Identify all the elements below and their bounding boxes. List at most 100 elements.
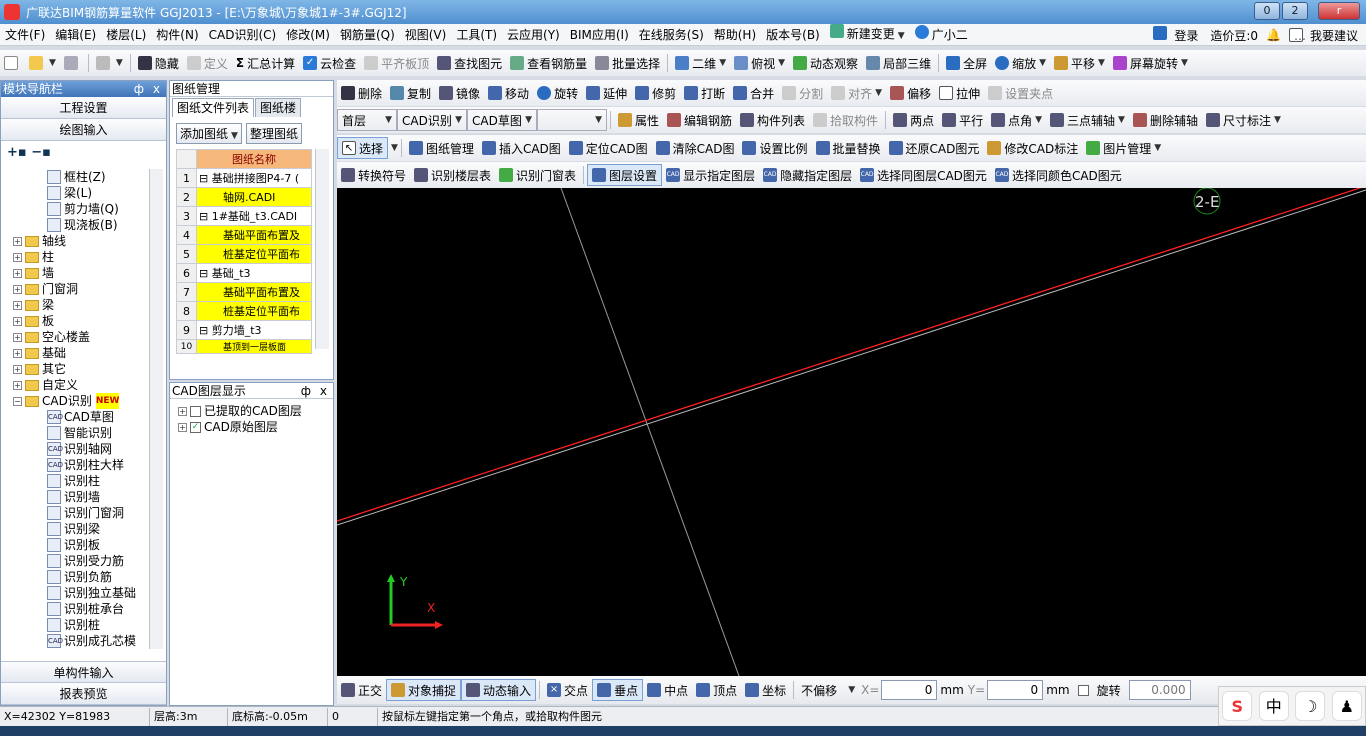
convert-symbol-button[interactable]: 转换符号: [337, 164, 410, 186]
locate-cad-button[interactable]: 定位CAD图: [565, 137, 652, 159]
tree-folder-openings[interactable]: + 门窗洞: [1, 281, 151, 297]
tree-item-beam[interactable]: 梁(L): [1, 185, 151, 201]
recognize-floor-table-button[interactable]: 识别楼层表: [410, 164, 495, 186]
dimension-button[interactable]: 尺寸标注 ▼: [1202, 109, 1285, 131]
top-view-button[interactable]: 俯视 ▼: [730, 52, 789, 74]
menu-bim[interactable]: BIM应用(I): [565, 24, 634, 46]
drawing-table-scrollbar[interactable]: [315, 149, 329, 349]
tree-folder-custom[interactable]: + 自定义: [1, 377, 151, 393]
minimize-button[interactable]: 0: [1254, 2, 1280, 20]
expand-icon[interactable]: +: [13, 332, 22, 342]
find-element-button[interactable]: 查找图元: [433, 52, 506, 74]
table-row[interactable]: 4 基础平面布置及: [176, 225, 312, 245]
fullscreen-button[interactable]: 全屏: [942, 52, 991, 74]
menu-assistant[interactable]: 广小二: [910, 24, 973, 46]
y-offset-input[interactable]: 0: [987, 680, 1044, 700]
menu-file[interactable]: 文件(F): [0, 24, 50, 46]
expand-all-icon[interactable]: +▪: [7, 145, 27, 160]
intersection-snap-button[interactable]: × 交点: [543, 679, 592, 701]
collapse-icon[interactable]: ⊟: [199, 267, 212, 280]
tree-folder-cad[interactable]: − CAD识别 NEW: [1, 393, 151, 409]
table-row[interactable]: 6 ⊟ 基础_t3: [176, 263, 312, 283]
clear-cad-button[interactable]: 清除CAD图: [652, 137, 739, 159]
tree-folder-axis[interactable]: + 轴线: [1, 233, 151, 249]
table-row[interactable]: 2 轴网.CADI: [176, 187, 312, 207]
copy-button[interactable]: 复制: [386, 82, 435, 104]
pin-icon[interactable]: ф: [301, 383, 311, 399]
close-button[interactable]: r: [1318, 2, 1360, 20]
save-button[interactable]: [60, 52, 85, 74]
select-button[interactable]: ↖ 选择: [337, 137, 389, 159]
close-icon[interactable]: x: [153, 81, 160, 97]
stretch-button[interactable]: 拉伸: [935, 82, 984, 104]
menu-new-change[interactable]: 新建变更 ▼: [825, 23, 910, 47]
menu-cloud[interactable]: 云应用(Y): [502, 24, 565, 46]
break-button[interactable]: 打断: [680, 82, 729, 104]
tree-item-recognize-wall[interactable]: 识别墙: [1, 489, 151, 505]
table-row[interactable]: 3 ⊟ 1#基础_t3.CADI: [176, 206, 312, 226]
tree-folder-slab[interactable]: + 板: [1, 313, 151, 329]
cad-draft-select[interactable]: CAD草图 ▼: [467, 109, 537, 131]
tree-item-recognize-openings[interactable]: 识别门窗洞: [1, 505, 151, 521]
tree-folder-other[interactable]: + 其它: [1, 361, 151, 377]
report-preview-button[interactable]: 报表预览: [1, 683, 166, 705]
pan-button[interactable]: 平移 ▼: [1050, 52, 1109, 74]
split-button[interactable]: 分割: [778, 82, 827, 104]
delete-axis-button[interactable]: 删除辅轴: [1129, 109, 1202, 131]
tree-item-recognize-slab[interactable]: 识别板: [1, 537, 151, 553]
insert-cad-button[interactable]: 插入CAD图: [478, 137, 565, 159]
tree-item-recognize-column-detail[interactable]: CAD 识别柱大样: [1, 457, 151, 473]
table-row[interactable]: 9 ⊟ 剪力墙_t3: [176, 320, 312, 340]
tree-folder-column[interactable]: + 柱: [1, 249, 151, 265]
layer-settings-button[interactable]: 图层设置: [587, 164, 663, 186]
tree-folder-foundation[interactable]: + 基础: [1, 345, 151, 361]
drawing-input-button[interactable]: 绘图输入: [1, 119, 166, 141]
bell-icon[interactable]: 🔔: [1262, 28, 1285, 42]
tree-item-recognize-column[interactable]: 识别柱: [1, 473, 151, 489]
expand-icon[interactable]: +: [13, 364, 22, 374]
floor-select[interactable]: 首层 ▼: [337, 109, 397, 131]
trim-button[interactable]: 修剪: [631, 82, 680, 104]
hide-button[interactable]: 隐藏: [134, 52, 183, 74]
collapse-icon[interactable]: −: [13, 396, 22, 406]
table-row[interactable]: 8 桩基定位平面布: [176, 301, 312, 321]
checkbox-unchecked[interactable]: [190, 405, 201, 417]
image-manage-button[interactable]: 图片管理 ▼: [1082, 137, 1165, 159]
tree-item-slab[interactable]: 现浇板(B): [1, 217, 151, 233]
layer-item-extracted[interactable]: + 已提取的CAD图层: [178, 403, 325, 419]
tree-item-recognize-main-rebar[interactable]: 识别受力筋: [1, 553, 151, 569]
align-slab-button[interactable]: 平齐板顶: [360, 52, 433, 74]
two-point-button[interactable]: 两点: [889, 109, 938, 131]
close-icon[interactable]: x: [320, 383, 327, 399]
set-scale-button[interactable]: 设置比例: [738, 137, 811, 159]
pick-component-button[interactable]: 拾取构件: [809, 109, 882, 131]
tree-item-recognize-pile[interactable]: 识别桩: [1, 617, 151, 633]
x-offset-input[interactable]: 0: [881, 680, 938, 700]
move-button[interactable]: 移动: [484, 82, 533, 104]
view-2d-button[interactable]: 二维 ▼: [671, 52, 730, 74]
mirror-button[interactable]: 镜像: [435, 82, 484, 104]
component-select[interactable]: ▼: [537, 109, 607, 131]
tree-item-shear-wall[interactable]: 剪力墙(Q): [1, 201, 151, 217]
menu-floor[interactable]: 楼层(L): [101, 24, 151, 46]
menu-help[interactable]: 帮助(H): [709, 24, 761, 46]
new-file-button[interactable]: [0, 52, 25, 74]
sogou-icon[interactable]: S: [1222, 691, 1253, 721]
tree-item-cad-draft[interactable]: CAD CAD草图: [1, 409, 151, 425]
table-row[interactable]: 10 基顶到一层板面: [176, 339, 312, 354]
menu-tools[interactable]: 工具(T): [451, 24, 502, 46]
component-list-button[interactable]: 构件列表: [736, 109, 809, 131]
pin-icon[interactable]: ф: [134, 81, 144, 97]
drawing-manage-button[interactable]: 图纸管理: [405, 137, 478, 159]
tree-folder-hollow-floor[interactable]: + 空心楼盖: [1, 329, 151, 345]
table-row[interactable]: 1 ⊟ 基础拼接图P4-7 (: [176, 168, 312, 188]
layer-item-original[interactable]: + ✓ CAD原始图层: [178, 419, 325, 435]
undo-button[interactable]: ▼: [92, 52, 127, 74]
delete-button[interactable]: 删除: [337, 82, 386, 104]
suggest-button[interactable]: … 我要建议: [1285, 27, 1366, 44]
local-3d-button[interactable]: 局部三维: [862, 52, 935, 74]
midpoint-snap-button[interactable]: 中点: [643, 679, 692, 701]
moon-icon[interactable]: ☽: [1295, 691, 1326, 721]
show-layer-button[interactable]: CAD 显示指定图层: [662, 164, 759, 186]
collapse-icon[interactable]: ⊟: [199, 210, 212, 223]
